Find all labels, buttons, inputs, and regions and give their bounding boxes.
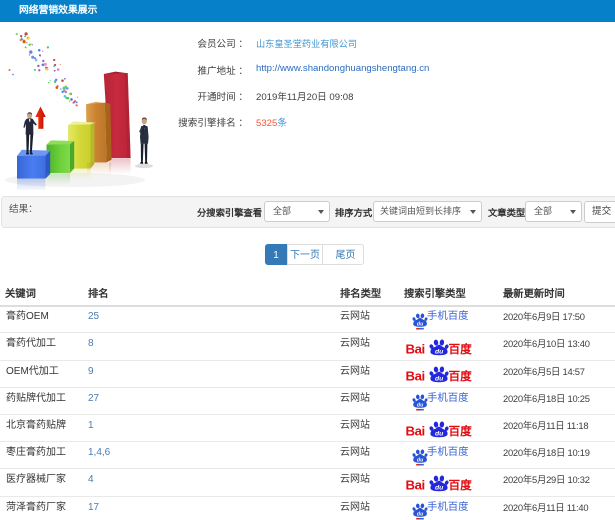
svg-text:du: du: [417, 457, 424, 463]
svg-text:du: du: [435, 484, 444, 491]
svg-text:百度: 百度: [449, 478, 473, 492]
svg-text:du: du: [417, 511, 424, 517]
svg-text:Bai: Bai: [406, 477, 425, 491]
svg-text:du: du: [435, 376, 444, 383]
svg-text:du: du: [435, 430, 444, 437]
svg-text:百度: 百度: [449, 424, 473, 438]
svg-text:du: du: [435, 348, 444, 355]
svg-text:du: du: [417, 403, 424, 409]
svg-text:du: du: [417, 321, 424, 327]
svg-text:百度: 百度: [449, 342, 473, 356]
svg-text:百度: 百度: [449, 369, 473, 383]
svg-text:Bai: Bai: [406, 369, 425, 383]
svg-text:Bai: Bai: [406, 341, 425, 355]
svg-text:Bai: Bai: [406, 423, 425, 437]
